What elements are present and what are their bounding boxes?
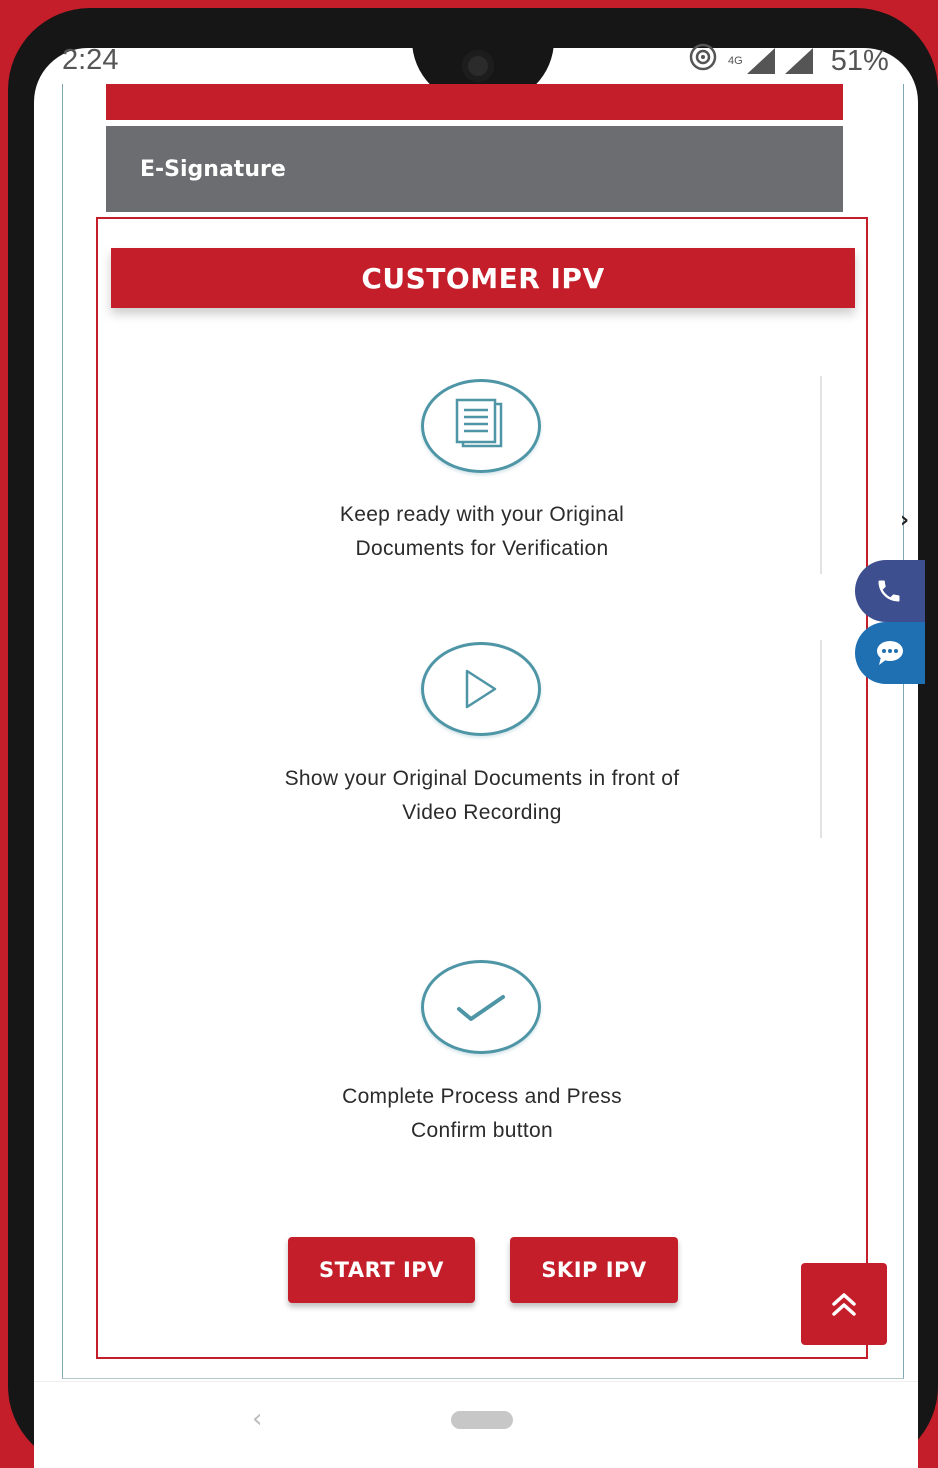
chevron-right-icon[interactable]: ›	[900, 508, 909, 533]
start-ipv-button[interactable]: START IPV	[288, 1237, 475, 1303]
skip-ipv-button[interactable]: SKIP IPV	[510, 1237, 678, 1303]
front-camera	[462, 50, 494, 82]
step-1-line-1: Keep ready with your Original	[339, 503, 625, 526]
scroll-to-top-button[interactable]	[801, 1263, 887, 1345]
step-1-text: Keep ready with your Original Documents …	[150, 498, 814, 566]
previous-section-bar[interactable]	[106, 84, 843, 120]
status-icons: 4G 51%	[688, 42, 889, 80]
step-divider	[820, 640, 822, 838]
check-icon	[421, 960, 541, 1054]
chat-icon	[877, 641, 903, 665]
step-2-line-2: Video Recording	[402, 801, 562, 824]
step-2-text: Show your Original Documents in front of…	[150, 762, 814, 830]
step-divider	[820, 376, 822, 574]
step-2-line-1: Show your Original Documents in front of	[284, 767, 680, 790]
step-3-line-1: Complete Process and Press	[342, 1085, 622, 1108]
chat-button[interactable]	[855, 622, 925, 684]
ipv-title: CUSTOMER IPV	[111, 248, 855, 308]
play-icon	[421, 642, 541, 736]
phone-icon	[878, 580, 900, 602]
call-button[interactable]	[855, 560, 925, 622]
esignature-section-bar[interactable]: E-Signature	[106, 126, 843, 212]
step-1-line-2: Documents for Verification	[355, 537, 609, 560]
document-icon	[421, 379, 541, 473]
battery-level: 51%	[830, 44, 889, 77]
nav-home-pill[interactable]	[451, 1411, 513, 1429]
step-3-line-2: Confirm button	[411, 1119, 553, 1142]
status-time: 2:24	[62, 44, 119, 76]
step-3-text: Complete Process and Press Confirm butto…	[150, 1080, 814, 1148]
double-chevron-up-icon	[832, 1293, 856, 1316]
hotspot-icon	[688, 42, 718, 80]
network-type: 4G	[728, 55, 743, 67]
signal-icon	[746, 48, 775, 74]
signal-icon-2	[784, 48, 813, 74]
nav-back-icon[interactable]: ‹	[252, 1404, 262, 1434]
